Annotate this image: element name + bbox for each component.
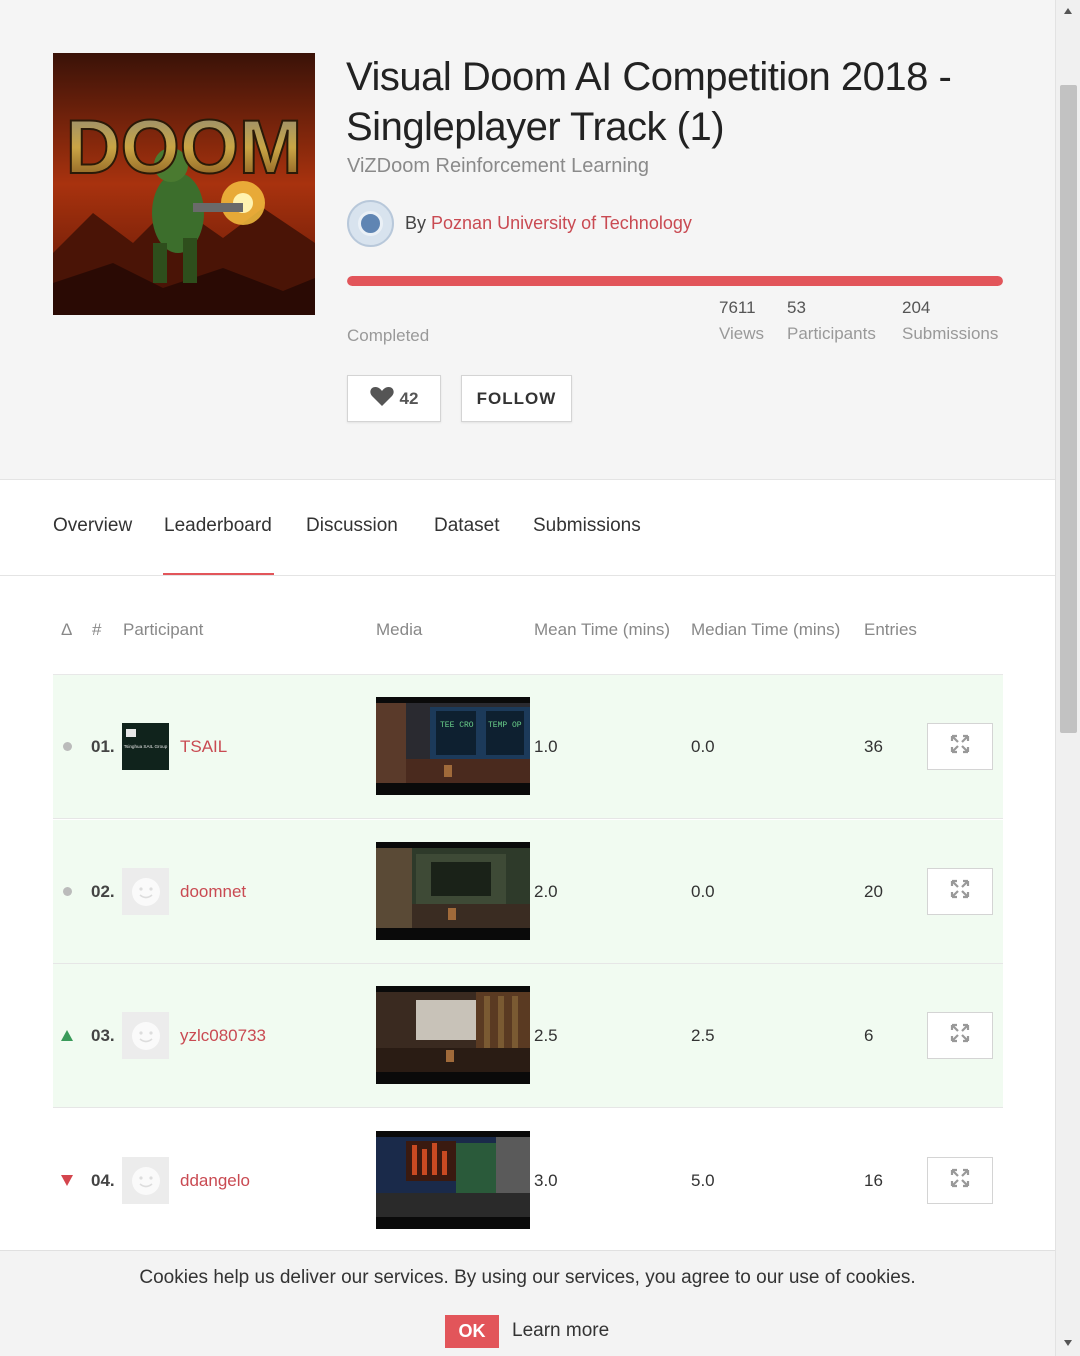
median-time: 2.5 — [691, 1026, 715, 1045]
like-count: 42 — [399, 388, 419, 408]
stat-participants: 53 Participants — [787, 298, 876, 344]
stat-value: 53 — [787, 298, 806, 317]
media-thumbnail[interactable] — [376, 1131, 530, 1229]
expand-button[interactable] — [927, 868, 993, 915]
row-rank: 02. — [91, 882, 115, 901]
avatar — [122, 1012, 169, 1059]
active-tab-indicator — [163, 573, 274, 575]
by-label: By — [405, 213, 427, 233]
avatar — [122, 1157, 169, 1204]
triangle-down-icon — [61, 1173, 73, 1187]
media-thumbnail[interactable]: TEE CRO TEMP OP — [376, 697, 530, 795]
stat-label: Views — [719, 324, 765, 343]
scrollbar-thumb[interactable] — [1060, 85, 1077, 733]
expand-button[interactable] — [927, 1012, 993, 1059]
entries-count: 36 — [864, 737, 883, 756]
like-button[interactable]: 42 — [347, 375, 441, 422]
mean-time: 2.0 — [534, 882, 558, 901]
competition-header: DOOM Visual Doom AI Competition 2018 - S… — [0, 0, 1055, 480]
heart-icon — [369, 386, 394, 411]
stat-submissions: 204 Submissions — [902, 298, 998, 344]
stat-views: 7611 Views — [719, 298, 764, 344]
media-thumbnail[interactable] — [376, 986, 530, 1084]
progress-fill — [347, 276, 1003, 286]
median-time: 5.0 — [691, 1171, 715, 1190]
expand-arrows-icon — [949, 733, 971, 760]
team-logo-text: Tsinghua SAIL Group — [124, 744, 168, 749]
header-entries: Entries — [864, 620, 917, 639]
entries-count: 6 — [864, 1026, 874, 1045]
header-median-time: Median Time (mins) — [691, 620, 841, 639]
stat-value: 7611 — [719, 298, 756, 317]
competition-status: Completed — [347, 326, 430, 345]
mean-time: 2.5 — [534, 1026, 558, 1045]
row-rank: 04. — [91, 1171, 115, 1190]
header-delta: Δ — [61, 620, 73, 639]
competition-cover-image: DOOM — [53, 53, 315, 315]
tab-submissions[interactable]: Submissions — [533, 515, 641, 537]
triangle-up-icon — [61, 1028, 73, 1042]
entries-count: 20 — [864, 882, 883, 901]
mean-time: 1.0 — [534, 737, 558, 756]
table-row: 03. yzlc080733 2.5 2.5 6 — [53, 964, 1003, 1108]
avatar — [122, 868, 169, 915]
media-thumbnail[interactable] — [376, 842, 530, 940]
header-participant: Participant — [123, 620, 204, 639]
cookie-learn-more-link[interactable]: Learn more — [512, 1320, 609, 1342]
table-row: 04. ddangelo 3.0 5.0 16 — [53, 1109, 1003, 1253]
participant-link[interactable]: yzlc080733 — [180, 1026, 266, 1046]
page-title: Visual Doom AI Competition 2018 - Single… — [346, 55, 952, 149]
cookie-ok-button[interactable]: OK — [445, 1315, 499, 1348]
svg-text:TEMP OP: TEMP OP — [488, 721, 522, 730]
tab-leaderboard[interactable]: Leaderboard — [164, 515, 272, 537]
follow-button[interactable]: FOLLOW — [461, 375, 572, 422]
median-time: 0.0 — [691, 882, 715, 901]
svg-text:TEE CRO: TEE CRO — [440, 721, 474, 730]
expand-button[interactable] — [927, 1157, 993, 1204]
competition-page: DOOM Visual Doom AI Competition 2018 - S… — [0, 0, 1055, 1356]
stat-value: 204 — [902, 298, 931, 317]
dot-icon — [61, 884, 73, 898]
table-row: 02. doomnet 2.0 0.0 20 — [53, 820, 1003, 964]
cookie-banner: Cookies help us deliver our services. By… — [0, 1250, 1055, 1356]
table-row: 01. Tsinghua SAIL Group TSAIL TEE CRO TE… — [53, 675, 1003, 819]
mean-time: 3.0 — [534, 1171, 558, 1190]
doom-logo-text: DOOM — [66, 105, 302, 190]
organizer-byline: By Poznan University of Technology — [405, 213, 692, 234]
scroll-down-arrow-icon[interactable] — [1064, 1340, 1072, 1346]
tab-discussion[interactable]: Discussion — [306, 515, 398, 537]
tab-dataset[interactable]: Dataset — [434, 515, 499, 537]
median-time: 0.0 — [691, 737, 715, 756]
expand-arrows-icon — [949, 1022, 971, 1049]
header-rank: # — [92, 620, 102, 639]
dot-icon — [61, 739, 73, 753]
entries-count: 16 — [864, 1171, 883, 1190]
header-mean-time: Mean Time (mins) — [534, 620, 671, 639]
organizer-link[interactable]: Poznan University of Technology — [431, 213, 692, 233]
expand-arrows-icon — [949, 1167, 971, 1194]
competition-tabs: Overview Leaderboard Discussion Dataset … — [0, 481, 1055, 576]
header-media: Media — [376, 620, 423, 639]
competition-progress-bar — [347, 276, 1003, 286]
organizer-logo[interactable] — [347, 200, 394, 247]
expand-button[interactable] — [927, 723, 993, 770]
stat-label: Submissions — [902, 324, 999, 343]
stat-label: Participants — [787, 324, 876, 343]
row-rank: 03. — [91, 1026, 115, 1045]
competition-subtitle: ViZDoom Reinforcement Learning — [347, 155, 650, 177]
participant-link[interactable]: doomnet — [180, 882, 246, 902]
page-scrollbar[interactable] — [1055, 0, 1080, 1356]
avatar: Tsinghua SAIL Group — [122, 723, 169, 770]
scroll-up-arrow-icon[interactable] — [1064, 8, 1072, 14]
tab-overview[interactable]: Overview — [53, 515, 132, 537]
expand-arrows-icon — [949, 878, 971, 905]
participant-link[interactable]: TSAIL — [180, 737, 227, 757]
cookie-message: Cookies help us deliver our services. By… — [139, 1267, 916, 1288]
row-rank: 01. — [91, 737, 115, 756]
participant-link[interactable]: ddangelo — [180, 1171, 250, 1191]
